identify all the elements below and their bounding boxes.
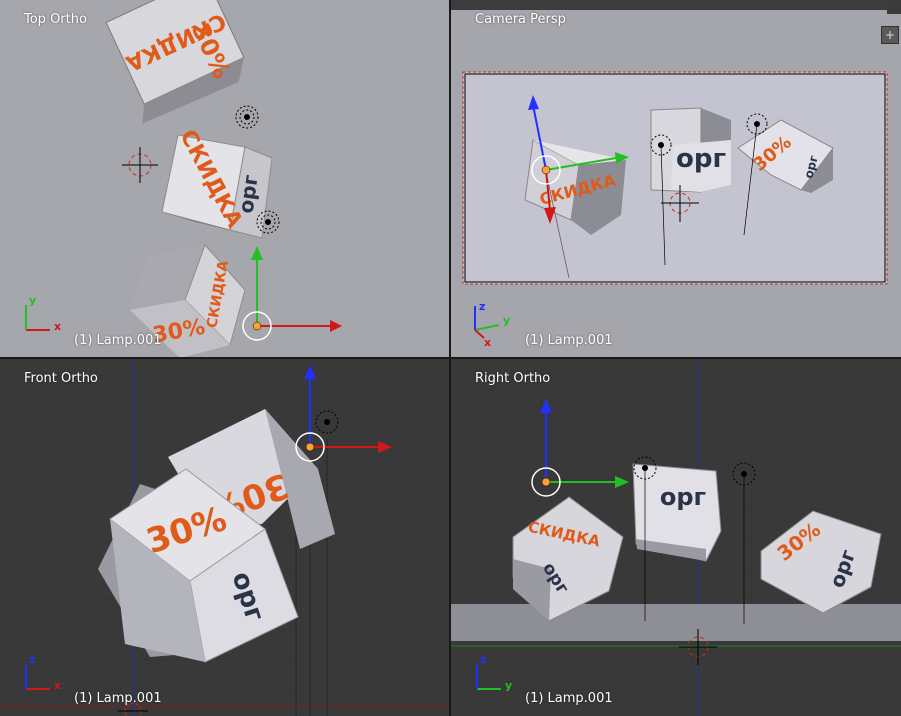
viewport-divider-horizontal[interactable] xyxy=(0,357,901,359)
viewport-front-ortho[interactable]: 30% 30% орг x z Front Ortho (1) Lamp.001 xyxy=(0,359,449,716)
3d-cursor-icon xyxy=(122,147,158,183)
axis-gizmo: y z x xyxy=(474,300,510,349)
viewport-camera-canvas[interactable]: СКИДКА орг 30% орг y z x xyxy=(451,0,901,357)
axis-label-z: z xyxy=(29,653,35,666)
ground-plane xyxy=(451,604,901,641)
cube-object[interactable]: орг xyxy=(650,107,731,193)
active-object-label: (1) Lamp.001 xyxy=(74,691,162,706)
cube-object[interactable]: орг xyxy=(632,463,722,562)
active-object-label: (1) Lamp.001 xyxy=(74,333,162,348)
viewport-camera-persp[interactable]: СКИДКА орг 30% орг y z x + Camera Persp … xyxy=(451,0,901,357)
viewport-right-ortho-canvas[interactable]: СКИДКА орг орг 30% орг y z xyxy=(451,359,901,716)
cube-object[interactable]: СКИДКА орг xyxy=(161,126,273,239)
transform-manipulator[interactable] xyxy=(242,246,342,341)
axis-label-y: y xyxy=(503,314,510,327)
axis-label-z: z xyxy=(480,653,486,666)
active-object-label: (1) Lamp.001 xyxy=(525,333,613,348)
cube-object[interactable]: СКИДКА 30% xyxy=(97,0,252,126)
axis-label-x: x xyxy=(484,336,491,349)
viewport-name: Front Ortho xyxy=(24,371,98,386)
viewport-front-ortho-canvas[interactable]: 30% 30% орг x z xyxy=(0,359,449,716)
active-object-label: (1) Lamp.001 xyxy=(525,691,613,706)
viewport-name: Top Ortho xyxy=(24,12,87,27)
axis-gizmo: x y xyxy=(25,294,61,333)
axis-label-z: z xyxy=(479,300,485,313)
viewport-top-ortho[interactable]: СКИДКА 30% СКИДКА орг 30% СКИДКА x y Top… xyxy=(0,0,449,357)
axis-label-y: y xyxy=(29,294,36,307)
axis-label-x: x xyxy=(54,320,61,333)
viewport-corner-tab[interactable] xyxy=(887,0,901,14)
axis-label-x: x xyxy=(54,679,61,692)
cube-text-org: орг xyxy=(660,483,706,511)
lamp-icon[interactable] xyxy=(235,105,259,129)
viewport-name: Camera Persp xyxy=(475,12,566,27)
cube-text-org: орг xyxy=(676,144,726,174)
viewport-top-ortho-canvas[interactable]: СКИДКА 30% СКИДКА орг 30% СКИДКА x y xyxy=(0,0,449,357)
viewport-right-ortho[interactable]: СКИДКА орг орг 30% орг y z Right Ortho (… xyxy=(451,359,901,716)
viewport-name: Right Ortho xyxy=(475,371,551,386)
axis-label-y: y xyxy=(505,679,512,692)
plus-icon[interactable]: + xyxy=(881,26,899,44)
